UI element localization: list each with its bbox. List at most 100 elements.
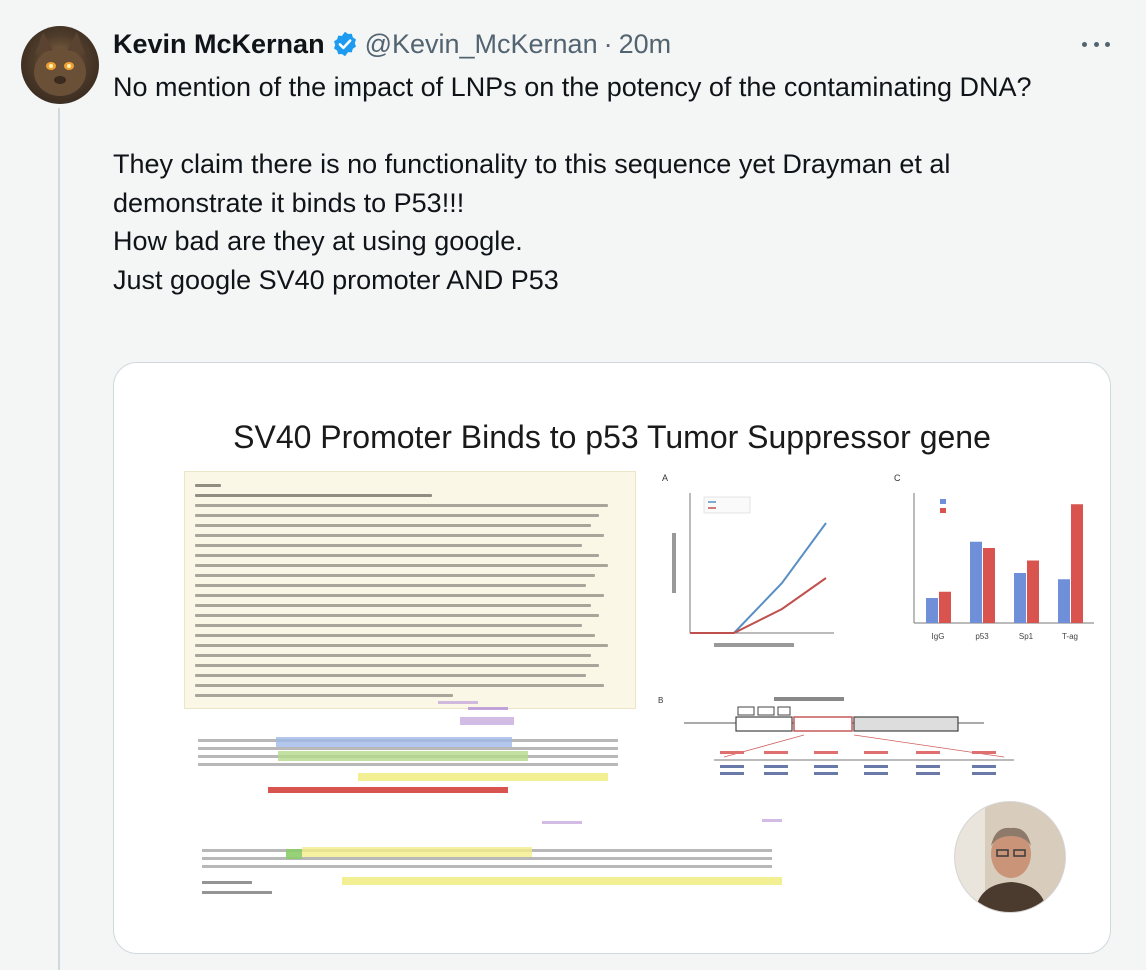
- repeat-box: [793, 716, 853, 732]
- purple-mark: [460, 717, 514, 725]
- paper-text-line-blur: [195, 664, 600, 667]
- author-avatar[interactable]: [21, 26, 99, 104]
- bar: [1027, 560, 1039, 623]
- sequence-row-blur: [202, 881, 252, 884]
- avatar-cat-image: [34, 32, 86, 96]
- tweet-text-line: Just google SV40 promoter AND P53: [113, 264, 559, 295]
- tweet-header: Kevin McKernan @Kevin_McKernan · 20m: [113, 26, 671, 62]
- legend-swatch: [940, 508, 946, 513]
- category-tick-label: IgG: [932, 632, 945, 641]
- paper-text-line-blur: [195, 544, 582, 547]
- purple-mark: [762, 819, 782, 822]
- thread-connector-line: [58, 108, 60, 970]
- paper-text-line-blur: [195, 514, 600, 517]
- y-axis-label-blur: [672, 533, 676, 593]
- paper-text-line-blur: [195, 564, 608, 567]
- sequence-row-blur: [202, 865, 772, 868]
- paper-text-line-blur: [195, 534, 604, 537]
- author-handle[interactable]: @Kevin_McKernan: [365, 29, 598, 60]
- panel-letter: A: [662, 473, 668, 483]
- sequence-blocks: [720, 765, 996, 775]
- tweet-text-line: How bad are they at using google.: [113, 226, 523, 256]
- slide-title: SV40 Promoter Binds to p53 Tumor Suppres…: [233, 419, 991, 455]
- paper-text-line-blur: [195, 624, 582, 627]
- enhancer-box: [853, 716, 959, 732]
- tweet-body: No mention of the impact of LNPs on the …: [113, 68, 1103, 299]
- bar: [1058, 579, 1070, 623]
- x-axis-label-blur: [714, 643, 794, 647]
- red-bar: [268, 787, 508, 793]
- paper-text-line-blur: [195, 614, 600, 617]
- more-dot: [1093, 41, 1099, 47]
- purple-mark: [468, 707, 508, 710]
- bar: [926, 598, 938, 623]
- paper-text-line-blur: [195, 644, 608, 647]
- verified-badge-icon: [333, 31, 356, 57]
- tweet-text-line: No mention of the impact of LNPs on the …: [113, 72, 1032, 102]
- category-tick-label: T-ag: [1062, 632, 1078, 641]
- binding-site-box: [737, 706, 755, 716]
- sequence-row-blur: [202, 891, 272, 894]
- purple-mark: [542, 821, 582, 824]
- bar: [970, 541, 982, 623]
- more-dot: [1082, 41, 1087, 47]
- binding-site-box: [757, 706, 775, 716]
- sequence-line-blur: [714, 759, 1014, 761]
- more-horizontal-icon[interactable]: [1082, 32, 1110, 56]
- tweet-text-line: They claim there is no functionality to …: [113, 149, 951, 218]
- binding-site-box: [777, 706, 791, 716]
- paper-text-line-blur: [195, 604, 591, 607]
- line-chart-panel: A: [662, 473, 834, 647]
- presenter-figure: [955, 802, 1065, 912]
- bar: [983, 548, 995, 623]
- sequence-annotation-top: [198, 701, 618, 803]
- highlight-green: [278, 751, 528, 761]
- more-dot: [1105, 41, 1110, 47]
- paper-text-line-blur: [195, 504, 608, 507]
- bar: [1014, 573, 1026, 623]
- category-tick-label: p53: [975, 632, 989, 641]
- series-line: [690, 577, 827, 634]
- p53-site-marks: [720, 751, 996, 754]
- paper-text-line-blur: [195, 654, 591, 657]
- purple-mark: [438, 701, 478, 704]
- series-line: [690, 522, 827, 634]
- sequence-row-blur: [198, 747, 618, 750]
- panel-letter: B: [658, 696, 663, 705]
- author-name[interactable]: Kevin McKernan: [113, 29, 325, 60]
- paper-text-line-blur: [195, 634, 595, 637]
- diagram-label-blur: [774, 697, 844, 701]
- highlight-yellow: [358, 773, 608, 781]
- category-tick-label: Sp1: [1019, 632, 1034, 641]
- paper-text-line-blur: [195, 494, 432, 497]
- legend-box: [703, 496, 751, 514]
- sequence-row-blur: [198, 763, 618, 766]
- tweet-timestamp[interactable]: 20m: [619, 29, 672, 60]
- paper-text-line-blur: [195, 694, 453, 697]
- panel-letter: C: [894, 473, 901, 483]
- outline-box: [214, 767, 314, 775]
- separator-dot: ·: [603, 28, 613, 59]
- paper-excerpt-panel: [184, 471, 636, 709]
- paper-text-line-blur: [195, 684, 604, 687]
- paper-text-line-blur: [195, 574, 595, 577]
- bar: [1071, 504, 1083, 623]
- highlight-yellow: [342, 877, 782, 885]
- sequence-annotation-bottom: [202, 819, 802, 913]
- highlight-green: [286, 849, 302, 859]
- paper-text-line-blur: [195, 524, 591, 527]
- paper-text-line-blur: [195, 584, 587, 587]
- bar-chart-panel: C IgG p53 Sp1 T-ag: [894, 473, 1094, 641]
- ori-box: [735, 716, 793, 732]
- paper-text-line-blur: [195, 674, 587, 677]
- presenter-webcam-image: [954, 801, 1066, 913]
- paper-text-line-blur: [195, 594, 604, 597]
- highlight-blue: [276, 737, 512, 747]
- highlight-yellow: [302, 847, 532, 857]
- tweet-media-image[interactable]: SV40 Promoter Binds to p53 Tumor Suppres…: [113, 362, 1111, 954]
- paper-text-line-blur: [195, 484, 221, 487]
- bar: [939, 591, 951, 623]
- tag-binding-diagram: B: [658, 696, 1014, 775]
- paper-text-line-blur: [195, 554, 600, 557]
